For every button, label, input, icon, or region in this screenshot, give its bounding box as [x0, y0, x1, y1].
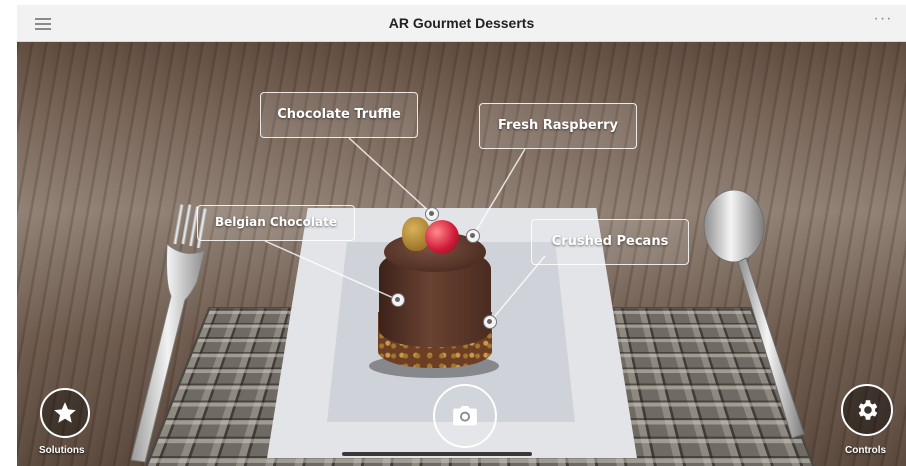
app-title: AR Gourmet Desserts	[388, 15, 535, 31]
annotation-label-fresh-raspberry[interactable]: Fresh Raspberry	[479, 103, 637, 149]
hotspot-chocolate-truffle[interactable]	[425, 207, 439, 221]
annotation-label-belgian-chocolate[interactable]: Belgian Chocolate	[197, 205, 355, 241]
ar-camera-view[interactable]: Chocolate Truffle Fresh Raspberry Belgia…	[17, 42, 906, 466]
solutions-label: Solutions	[39, 445, 85, 456]
camera-capture-button[interactable]	[433, 384, 497, 448]
home-indicator	[342, 452, 532, 456]
annotation-label-chocolate-truffle[interactable]: Chocolate Truffle	[260, 92, 418, 138]
more-horizontal-icon: ···	[873, 10, 893, 27]
controls-button[interactable]	[841, 384, 893, 436]
hotspot-fresh-raspberry[interactable]	[466, 229, 480, 243]
gear-icon	[858, 400, 878, 420]
top-app-bar: AR Gourmet Desserts ···	[17, 5, 906, 42]
hotspot-belgian-chocolate[interactable]	[391, 293, 405, 307]
star-icon	[54, 402, 76, 423]
ar-app-window: AR Gourmet Desserts ··· Chocolate Truffl…	[0, 0, 906, 466]
hotspot-crushed-pecans[interactable]	[483, 315, 497, 329]
controls-label: Controls	[845, 445, 887, 456]
annotation-label-crushed-pecans[interactable]: Crushed Pecans	[531, 219, 689, 265]
camera-icon	[453, 406, 477, 426]
solutions-button[interactable]	[40, 388, 90, 438]
more-options-button[interactable]: ···	[868, 10, 898, 33]
